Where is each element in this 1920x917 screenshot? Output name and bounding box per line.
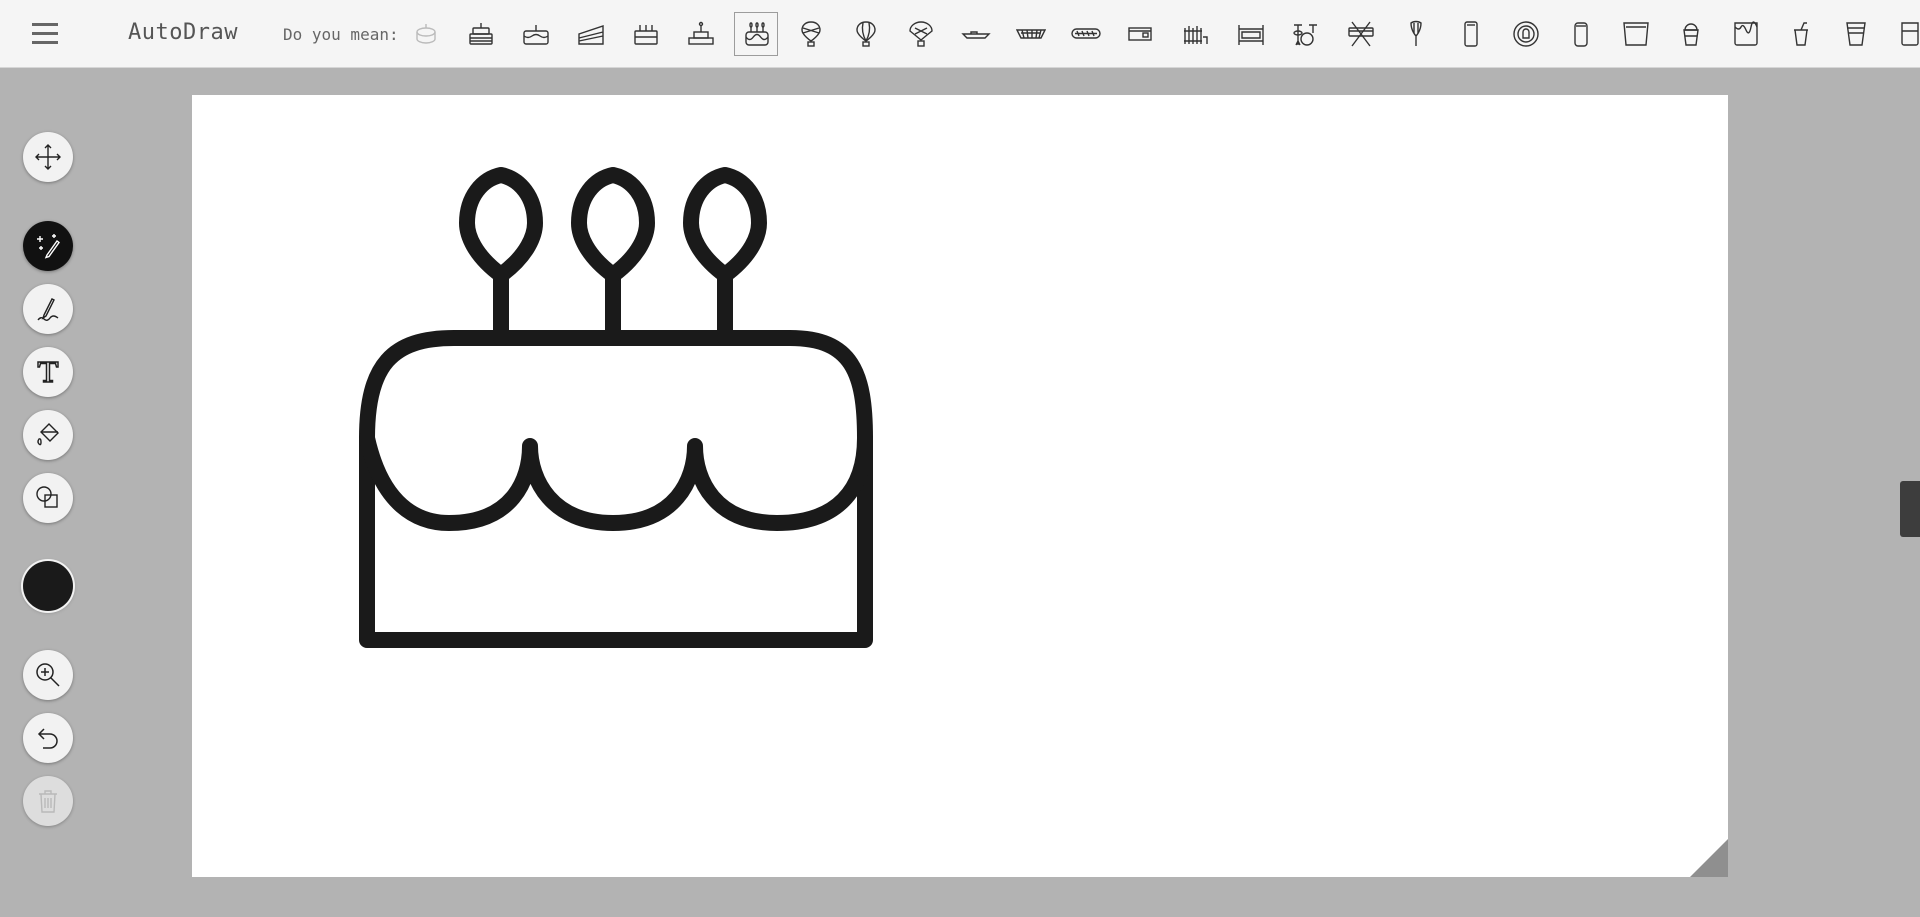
radiator-icon	[1128, 27, 1152, 41]
app-title: AutoDraw	[128, 20, 238, 45]
scrollbar-thumb[interactable]	[1900, 481, 1920, 537]
draw-tool[interactable]	[23, 284, 73, 334]
suggestion-tiered-cake[interactable]	[679, 12, 723, 56]
suggestion-ring[interactable]	[1504, 12, 1548, 56]
undo-icon	[37, 728, 58, 749]
ring-icon	[1513, 21, 1539, 47]
shape-tool[interactable]	[23, 473, 73, 523]
suggestion-boat[interactable]	[954, 12, 998, 56]
suggestion-layered-cake[interactable]	[459, 12, 503, 56]
suggestion-cake-slice[interactable]	[569, 12, 613, 56]
suggestion-cake[interactable]	[404, 12, 448, 56]
balloon-icon	[856, 21, 876, 47]
trash-icon	[39, 790, 57, 813]
birthday-cake-icon	[745, 22, 769, 46]
sparkle-pencil-icon	[37, 234, 60, 259]
canvas-resize-handle[interactable]	[1690, 839, 1728, 877]
suggestion-drum[interactable]	[1339, 12, 1383, 56]
tiered-cake-icon	[688, 21, 714, 45]
suggestion-drum-kit[interactable]	[1284, 12, 1328, 56]
suggestions-label: Do you mean:	[283, 25, 399, 44]
drum-kit-icon	[1293, 24, 1317, 46]
suggestion-phone[interactable]	[1449, 12, 1493, 56]
suggestion-cake-slice-candle[interactable]	[514, 12, 558, 56]
glass-icon	[1846, 22, 1866, 46]
text-icon	[37, 361, 59, 383]
cake-slice-candle-icon	[523, 25, 549, 45]
suggestion-coffee-cup[interactable]	[1779, 12, 1823, 56]
suggestion-hot-air-balloon[interactable]	[789, 12, 833, 56]
drawing-canvas[interactable]	[192, 95, 1728, 877]
heater-icon	[1184, 26, 1208, 44]
crib-icon	[1238, 25, 1264, 45]
suggestion-candle-cake[interactable]	[624, 12, 668, 56]
drum-icon	[1348, 21, 1374, 47]
hot-dog-icon	[1071, 28, 1101, 39]
delete-tool	[23, 776, 73, 826]
birthday-cake-drawing	[359, 167, 873, 648]
type-tool[interactable]	[23, 347, 73, 397]
suggestion-glass[interactable]	[1834, 12, 1878, 56]
phone-icon	[1464, 21, 1478, 47]
suggestion-bucket[interactable]	[1614, 12, 1658, 56]
suggestion-parachute-balloon[interactable]	[899, 12, 943, 56]
suggestion-bread-basket[interactable]	[1009, 12, 1053, 56]
suggestion-whisk[interactable]	[1394, 12, 1438, 56]
hot-air-balloon-icon	[801, 21, 821, 47]
paint-bucket-icon	[37, 423, 59, 446]
suggestion-balloon[interactable]	[844, 12, 888, 56]
autodraw-tool[interactable]	[23, 221, 73, 271]
zoom-tool[interactable]	[23, 650, 73, 700]
select-tool[interactable]	[23, 132, 73, 182]
can-icon	[1574, 22, 1588, 47]
suggestion-cup[interactable]	[1669, 12, 1713, 56]
candle-cake-icon	[634, 25, 658, 45]
bucket-icon	[1623, 22, 1649, 46]
suggestion-heater[interactable]	[1174, 12, 1218, 56]
suggestion-radiator[interactable]	[1119, 12, 1163, 56]
suggestion-strip	[404, 12, 1920, 56]
suggestion-paint-can[interactable]	[1724, 12, 1768, 56]
coffee-cup-icon	[1794, 22, 1808, 46]
layered-cake-icon	[469, 23, 493, 45]
mug-icon	[1901, 22, 1919, 46]
cake-icon	[416, 24, 436, 44]
cup-icon	[1683, 23, 1699, 46]
shapes-icon	[36, 486, 58, 508]
boat-icon	[961, 31, 991, 39]
undo-tool[interactable]	[23, 713, 73, 763]
suggestion-can[interactable]	[1559, 12, 1603, 56]
suggestion-mug[interactable]	[1889, 12, 1920, 56]
paint-can-icon	[1734, 21, 1758, 46]
parachute-balloon-icon	[909, 21, 933, 47]
fill-tool[interactable]	[23, 410, 73, 460]
suggestion-birthday-cake[interactable]	[734, 12, 778, 56]
suggestion-hot-dog[interactable]	[1064, 12, 1108, 56]
whisk-icon	[1410, 20, 1422, 46]
zoom-in-icon	[36, 663, 60, 687]
move-icon	[35, 144, 61, 170]
bread-basket-icon	[1016, 29, 1046, 39]
suggestion-crib[interactable]	[1229, 12, 1273, 56]
color-picker[interactable]	[23, 561, 73, 611]
top-bar: AutoDraw Do you mean:	[0, 0, 1920, 68]
cake-slice-icon	[578, 25, 604, 45]
hamburger-menu-icon[interactable]	[30, 20, 62, 48]
pen-icon	[37, 298, 59, 321]
